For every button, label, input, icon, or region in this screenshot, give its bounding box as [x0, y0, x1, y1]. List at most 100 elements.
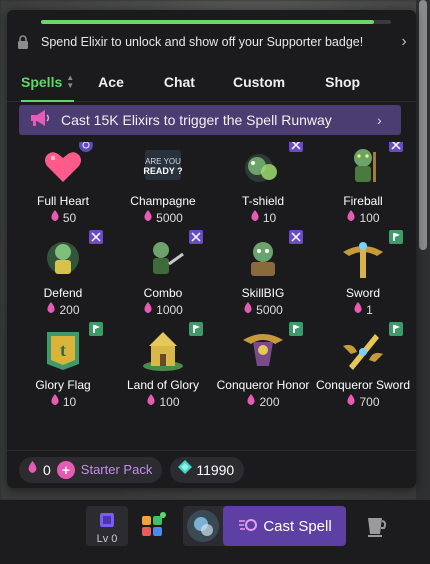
- level-label: Lv 0: [96, 533, 118, 545]
- tab-custom[interactable]: Custom: [233, 62, 285, 102]
- spell-item-land-of-glory[interactable]: Land of Glory 100: [113, 322, 213, 416]
- elixir-drop-icon: [143, 210, 153, 225]
- defend-goblin-icon: [39, 230, 103, 282]
- castle-icon: [139, 322, 203, 374]
- spell-item-name: Conqueror Sword: [315, 378, 411, 392]
- spell-item-conqueror-honor[interactable]: Conqueror Honor 200: [213, 322, 313, 416]
- spell-avatar[interactable]: [187, 510, 219, 542]
- spell-item-name: Full Heart: [36, 194, 89, 208]
- champagne-icon: ARE YOU READY ?: [139, 142, 187, 190]
- tab-shop[interactable]: Shop: [325, 62, 360, 102]
- spell-runway-text: Cast 15K Elixirs to trigger the Spell Ru…: [61, 112, 332, 128]
- spell-item-name: Land of Glory: [126, 378, 200, 392]
- megaphone-icon: [29, 109, 57, 132]
- tab-shop-label: Shop: [325, 73, 361, 90]
- tab-spells-label: Spells: [21, 73, 63, 90]
- chevron-right-icon[interactable]: ›: [392, 33, 416, 51]
- spell-item-price: 10: [213, 210, 313, 225]
- elixir-swirl-icon: [237, 517, 258, 536]
- elixir-drop-icon: [346, 210, 356, 225]
- spell-item-price-value: 700: [359, 394, 380, 409]
- sort-icon: ▲ ▼: [66, 72, 75, 90]
- spell-item-t-shield[interactable]: T-shield 10: [213, 142, 313, 232]
- elixir-drop-icon: [243, 302, 253, 317]
- tab-ace[interactable]: Ace: [98, 62, 124, 102]
- elixir-drop-icon: [246, 394, 256, 409]
- spell-item-fireball[interactable]: Fireball 100: [313, 142, 413, 232]
- elixir-drop-icon: [50, 394, 60, 409]
- elixir-drop-icon: [143, 302, 153, 317]
- sword-icon: [339, 230, 403, 282]
- spell-badge-icon: [189, 322, 203, 336]
- cast-spell-button[interactable]: Cast Spell: [223, 506, 346, 546]
- spell-item-price: 200: [213, 394, 313, 409]
- spell-item-price: 10: [13, 394, 113, 409]
- tab-chat[interactable]: Chat: [164, 62, 195, 102]
- cup-icon[interactable]: [362, 512, 390, 540]
- starter-pack-link[interactable]: Starter Pack: [81, 462, 153, 477]
- spell-item-name: SkillBIG: [241, 286, 285, 300]
- heart-icon: [39, 142, 93, 190]
- spell-badge-icon: [289, 322, 303, 336]
- spell-item-price-value: 5000: [256, 302, 283, 317]
- spell-badge-icon: [389, 142, 403, 152]
- combo-goblin-icon: [139, 230, 203, 282]
- apps-icon[interactable]: [138, 510, 168, 540]
- tab-spells[interactable]: Spells ▲ ▼: [21, 62, 75, 102]
- spell-item-name: Champagne: [130, 194, 196, 208]
- spell-item-price: 1000: [113, 302, 213, 317]
- conqueror-sword-icon: [339, 322, 403, 374]
- gem-balance[interactable]: 11990: [170, 456, 245, 483]
- spell-item-champagne[interactable]: ARE YOU READY ? Champagne 5000: [113, 142, 213, 232]
- spell-item-full-heart[interactable]: Full Heart 50: [13, 142, 113, 232]
- gem-count: 11990: [196, 461, 235, 478]
- fireball-goblin-icon: [339, 142, 403, 190]
- spell-item-name: T-shield: [241, 194, 285, 208]
- spell-item-price-value: 10: [62, 394, 77, 409]
- spell-item-name: Fireball: [343, 194, 383, 208]
- elixir-drop-icon: [27, 460, 38, 479]
- spell-item-price-value: 5000: [156, 210, 183, 225]
- supporter-notice[interactable]: Spend Elixir to unlock and show off your…: [7, 24, 416, 60]
- plus-icon[interactable]: +: [56, 460, 75, 479]
- elixir-drop-icon: [46, 302, 56, 317]
- spell-item-name: Conqueror Honor: [216, 378, 310, 392]
- spell-item-price-value: 1: [366, 302, 373, 317]
- tab-custom-label: Custom: [232, 73, 286, 90]
- svg-text:READY ?: READY ?: [143, 166, 182, 176]
- spell-item-conqueror-sword[interactable]: Conqueror Sword 700: [313, 322, 413, 416]
- level-cube-icon: [100, 513, 114, 527]
- spell-badge-icon: [89, 322, 103, 336]
- level-badge[interactable]: Lv 0: [86, 506, 128, 546]
- spell-item-price-value: 100: [159, 394, 180, 409]
- spell-item-price: 100: [113, 394, 213, 409]
- spell-item-combo[interactable]: Combo 1000: [113, 230, 213, 324]
- tab-ace-label: Ace: [98, 73, 124, 90]
- spell-runway-banner[interactable]: Cast 15K Elixirs to trigger the Spell Ru…: [19, 105, 401, 135]
- lock-icon: [11, 35, 35, 49]
- skillbig-goblin-icon: [239, 230, 303, 282]
- spell-item-price: 1: [313, 302, 413, 317]
- spell-item-price: 50: [13, 210, 113, 225]
- elixir-balance[interactable]: 0 + Starter Pack: [19, 456, 163, 483]
- spell-item-glory-flag[interactable]: t Glory Flag 10: [13, 322, 113, 416]
- spell-badge-icon: [289, 142, 303, 152]
- spell-badge-icon: [189, 230, 203, 244]
- spell-badge-icon: [389, 322, 403, 336]
- spell-tabs: Spells ▲ ▼ Ace Chat Custom Shop: [7, 62, 416, 102]
- spell-item-price-value: 10: [262, 210, 277, 225]
- spell-item-skillbig[interactable]: SkillBIG 5000: [213, 230, 313, 324]
- spell-badge-icon: [289, 230, 303, 244]
- spell-item-price-value: 100: [359, 210, 380, 225]
- cast-spell-label: Cast Spell: [263, 517, 332, 535]
- page-scrollbar-thumb[interactable]: [419, 0, 427, 250]
- spell-item-price-value: 50: [62, 210, 77, 225]
- spell-item-price-value: 200: [259, 394, 280, 409]
- page-scrollbar[interactable]: [416, 0, 430, 500]
- spell-badge-icon: [79, 142, 93, 152]
- spell-item-defend[interactable]: Defend 200: [13, 230, 113, 324]
- elixir-drop-icon: [250, 210, 260, 225]
- spell-grid: Full Heart 50 ARE YOU READY ? Champagne …: [7, 142, 416, 442]
- spell-item-sword[interactable]: Sword 1: [313, 230, 413, 324]
- spell-item-name: Combo: [143, 286, 183, 300]
